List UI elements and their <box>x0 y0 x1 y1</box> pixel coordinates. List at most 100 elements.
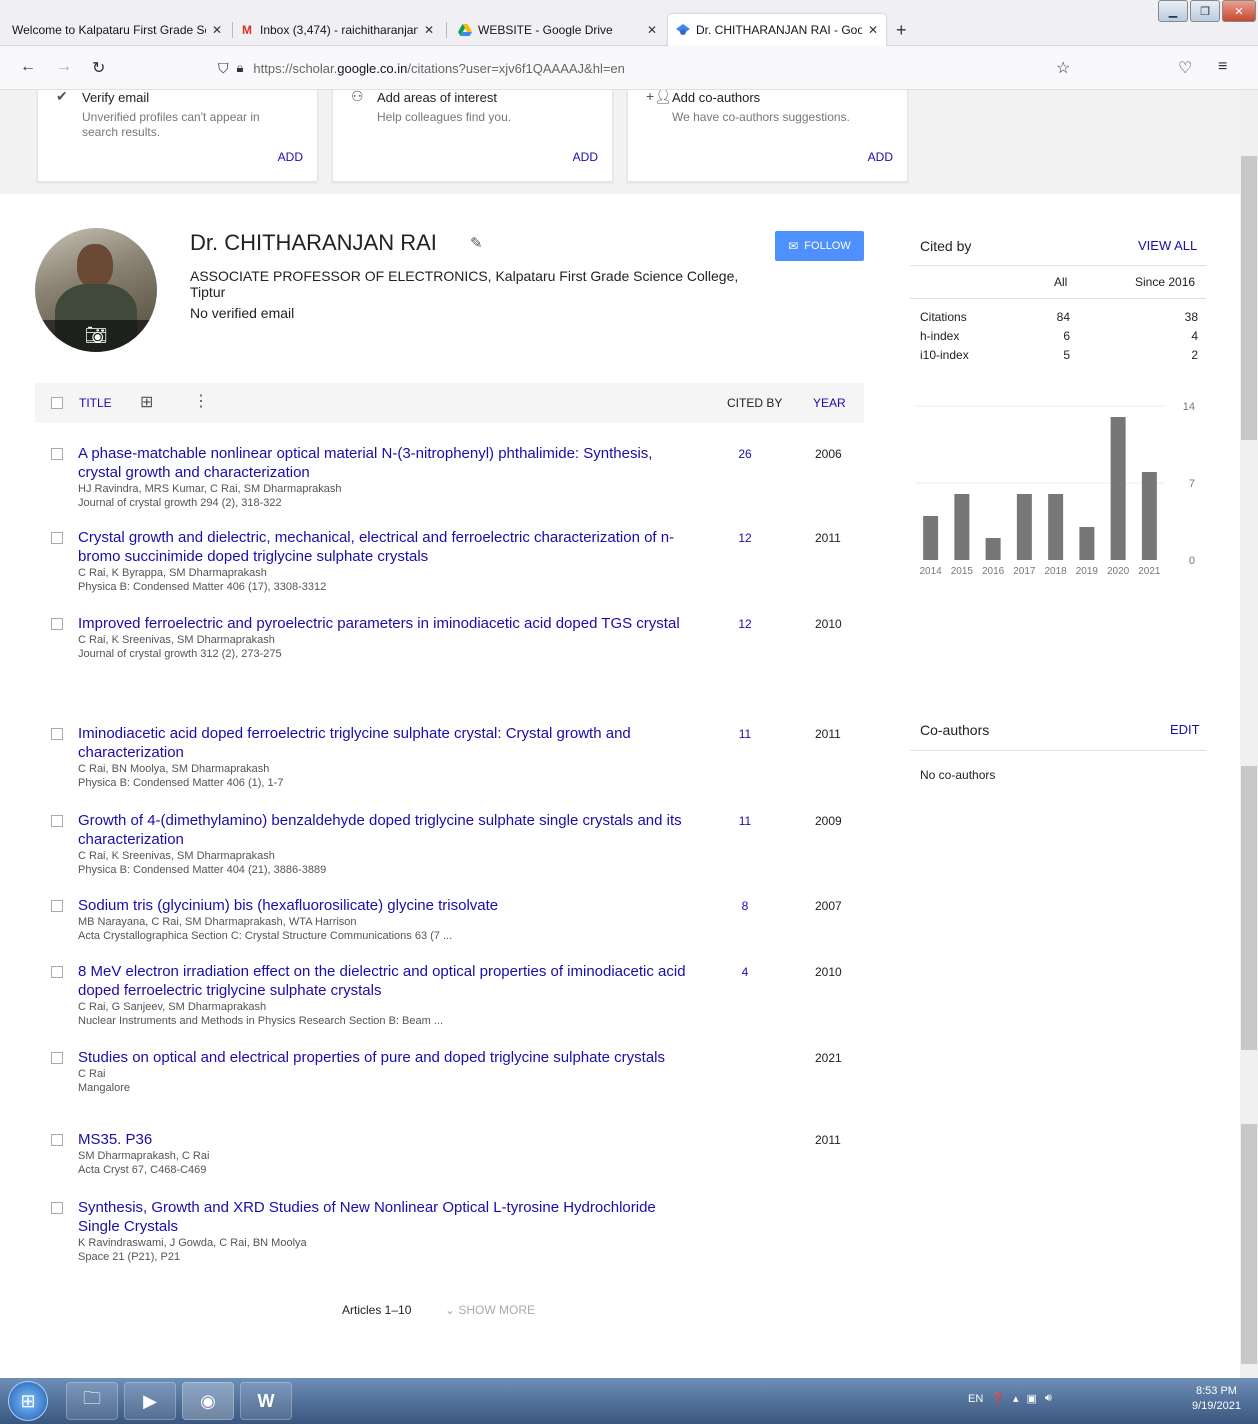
article-title-link[interactable]: Improved ferroelectric and pyroelectric … <box>78 615 680 632</box>
maximize-button[interactable]: ❐ <box>1190 0 1220 22</box>
article-venue: Space 21 (P21), P21 <box>78 1251 181 1263</box>
address-bar[interactable]: ⛉ 🔒︎ https://scholar. google.co.in/citati… <box>218 52 1088 84</box>
article-venue: Physica B: Condensed Matter 406 (1), 1-7 <box>78 777 284 789</box>
chart-bar[interactable] <box>1110 417 1126 560</box>
add-article-icon[interactable]: ⊞ <box>140 392 153 412</box>
sort-by-year[interactable]: YEAR <box>813 396 846 410</box>
more-options-icon[interactable]: ⋮ <box>193 391 209 411</box>
star-icon[interactable]: ☆ <box>1056 58 1070 78</box>
row-checkbox[interactable] <box>51 728 63 740</box>
scrollbar-thumb[interactable] <box>1241 1124 1257 1364</box>
article-title-link[interactable]: MS35. P36 <box>78 1131 152 1148</box>
start-button[interactable]: ⊞ <box>8 1381 48 1421</box>
clock[interactable]: 8:53 PM 9/19/2021 <box>1192 1384 1241 1414</box>
follow-button[interactable]: ✉ FOLLOW <box>775 231 864 261</box>
add-person-icon: +👤︎ <box>646 90 672 104</box>
article-venue: Acta Crystallographica Section C: Crysta… <box>78 930 453 942</box>
cited-by-count[interactable]: 11 <box>725 814 765 828</box>
chart-bar[interactable] <box>985 538 1001 560</box>
article-title-link[interactable]: Iminodiacetic acid doped ferroelectric t… <box>78 725 631 761</box>
article-title-link[interactable]: Growth of 4-(dimethylamino) benzaldehyde… <box>78 812 682 848</box>
avatar[interactable]: 📷︎ <box>35 228 157 352</box>
chart-bar[interactable] <box>1141 472 1157 560</box>
row-checkbox[interactable] <box>51 1134 63 1146</box>
row-checkbox[interactable] <box>51 448 63 460</box>
row-checkbox[interactable] <box>51 966 63 978</box>
back-arrow-icon[interactable]: ← <box>20 58 36 76</box>
tab-close-icon[interactable]: ✕ <box>647 23 657 37</box>
new-tab-button[interactable]: + <box>896 20 907 41</box>
tab-gmail[interactable]: M Inbox (3,474) - raichitharanjan@ ✕ <box>232 14 442 46</box>
article-title-link[interactable]: Synthesis, Growth and XRD Studies of New… <box>78 1199 656 1235</box>
help-icon[interactable]: ❓ <box>991 1392 1005 1405</box>
sort-by-cited[interactable]: CITED BY <box>727 396 782 410</box>
cited-by-count[interactable]: 26 <box>725 447 765 461</box>
file-explorer-icon[interactable]: 🗀 <box>66 1382 118 1420</box>
follow-label: FOLLOW <box>804 240 851 252</box>
cited-by-count[interactable]: 12 <box>725 531 765 545</box>
chart-bar[interactable] <box>1016 494 1032 560</box>
cited-by-count[interactable]: 8 <box>725 899 765 913</box>
shield-icon[interactable]: ⛉ <box>218 60 229 77</box>
metric-all: 84 <box>1056 310 1070 324</box>
row-checkbox[interactable] <box>51 618 63 630</box>
row-checkbox[interactable] <box>51 1202 63 1214</box>
article-title-link[interactable]: A phase-matchable nonlinear optical mate… <box>78 445 652 481</box>
article-title-link[interactable]: Studies on optical and electrical proper… <box>78 1049 665 1066</box>
scrollbar-thumb[interactable] <box>1241 156 1257 440</box>
menu-icon[interactable]: ≡ <box>1218 58 1227 76</box>
add-button[interactable]: ADD <box>573 150 598 164</box>
cited-by-count[interactable]: 11 <box>725 727 765 741</box>
media-player-icon[interactable]: ▶ <box>124 1382 176 1420</box>
tab-google-drive[interactable]: WEBSITE - Google Drive ✕ <box>450 14 665 46</box>
add-button[interactable]: ADD <box>278 150 303 164</box>
firefox-icon[interactable]: ◉ <box>182 1382 234 1420</box>
volume-icon[interactable]: 🔊︎ <box>1045 1392 1052 1405</box>
x-tick-label: 2017 <box>1013 566 1036 577</box>
tray-expand-icon[interactable]: ▴ <box>1013 1392 1019 1405</box>
minimize-button[interactable]: ▁ <box>1158 0 1188 22</box>
row-checkbox[interactable] <box>51 900 63 912</box>
metric-since: 4 <box>1191 329 1198 343</box>
camera-icon[interactable]: 📷︎ <box>35 320 157 352</box>
view-all-link[interactable]: VIEW ALL <box>1138 238 1197 253</box>
tab-kalpataru[interactable]: Welcome to Kalpataru First Grade Sc ✕ <box>4 14 230 46</box>
lock-icon[interactable]: 🔒︎ <box>237 60 244 76</box>
article-venue: Acta Cryst 67, C468-C469 <box>78 1164 207 1176</box>
url-host: google.co.in <box>337 60 408 76</box>
row-checkbox[interactable] <box>51 1052 63 1064</box>
edit-coauthors-link[interactable]: EDIT <box>1170 722 1200 737</box>
article-authors: MB Narayana, C Rai, SM Dharmaprakash, WT… <box>78 916 357 928</box>
row-checkbox[interactable] <box>51 532 63 544</box>
reload-icon[interactable]: ↻ <box>92 58 105 78</box>
row-checkbox[interactable] <box>51 815 63 827</box>
pencil-icon[interactable]: ✎ <box>470 234 483 252</box>
pocket-icon[interactable]: ♡ <box>1178 58 1192 78</box>
article-title-link[interactable]: Sodium tris (glycinium) bis (hexafluoros… <box>78 897 498 914</box>
tab-close-icon[interactable]: ✕ <box>212 23 222 37</box>
cited-by-count[interactable]: 12 <box>725 617 765 631</box>
show-more-button[interactable]: ⌄ SHOW MORE <box>445 1303 535 1317</box>
cited-by-count[interactable]: 4 <box>725 965 765 979</box>
article-title-link[interactable]: 8 MeV electron irradiation effect on the… <box>78 963 686 999</box>
close-window-button[interactable]: ✕ <box>1222 0 1256 22</box>
tab-scholar[interactable]: Dr. CHITHARANJAN RAI - Goog ✕ <box>668 14 886 46</box>
select-all-checkbox[interactable] <box>51 397 63 409</box>
sort-by-title[interactable]: TITLE <box>79 396 112 410</box>
url-prefix: https://scholar. <box>253 60 338 76</box>
tab-close-icon[interactable]: ✕ <box>868 23 878 37</box>
forward-arrow-icon[interactable]: → <box>56 58 72 76</box>
tab-close-icon[interactable]: ✕ <box>424 23 434 37</box>
chart-bar[interactable] <box>1079 527 1095 560</box>
scrollbar-thumb[interactable] <box>1241 766 1257 1050</box>
scholar-icon <box>676 23 690 37</box>
word-icon[interactable]: W <box>240 1382 292 1420</box>
add-button[interactable]: ADD <box>868 150 893 164</box>
chart-bar[interactable] <box>923 516 939 560</box>
page-scrollbar[interactable] <box>1240 90 1258 1378</box>
article-title-link[interactable]: Crystal growth and dielectric, mechanica… <box>78 529 674 565</box>
language-indicator[interactable]: EN <box>968 1393 983 1405</box>
network-icon[interactable]: ▣ <box>1027 1392 1037 1405</box>
chart-bar[interactable] <box>954 494 970 560</box>
chart-bar[interactable] <box>1048 494 1064 560</box>
